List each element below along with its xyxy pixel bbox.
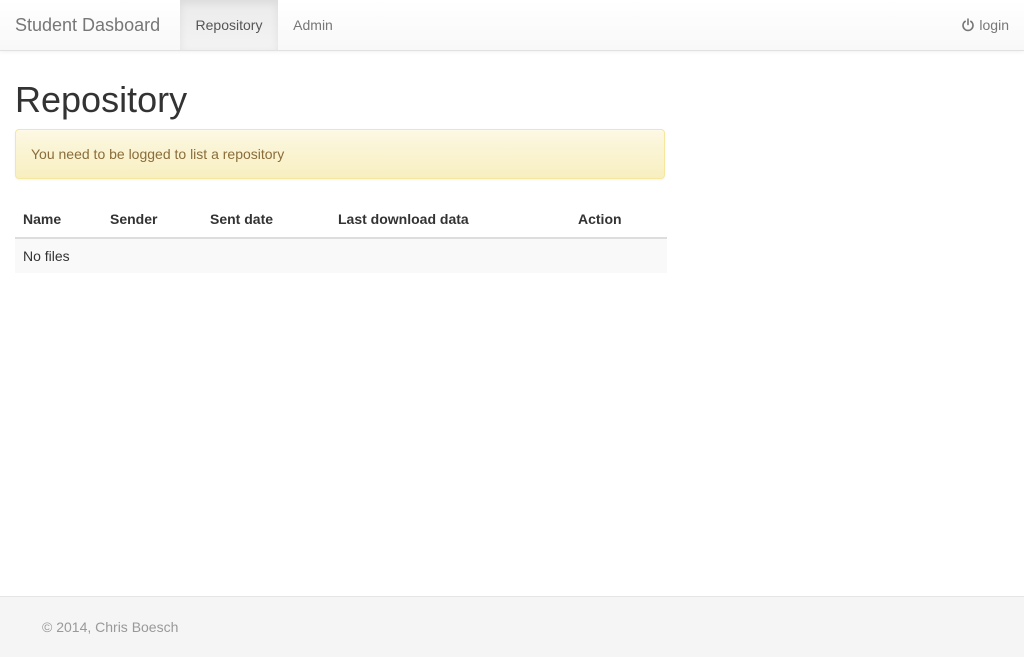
- copyright-text: © 2014, Chris Boesch: [42, 619, 179, 635]
- warning-alert: You need to be logged to list a reposito…: [15, 129, 665, 179]
- page-title: Repository: [15, 79, 188, 120]
- nav-item-repository[interactable]: Repository: [180, 0, 278, 50]
- top-navbar: Student Dasboard Repository Admin login: [0, 0, 1024, 51]
- column-header-last-download-data: Last download data: [330, 201, 570, 239]
- column-header-sent-date: Sent date: [202, 201, 330, 239]
- table-header-row: Name Sender Sent date Last download data…: [15, 201, 667, 239]
- login-link[interactable]: login: [961, 0, 1009, 50]
- power-icon: [961, 18, 975, 32]
- brand-link[interactable]: Student Dasboard: [15, 0, 160, 50]
- table-row: No files: [15, 238, 667, 273]
- column-header-name: Name: [15, 201, 102, 239]
- column-header-sender: Sender: [102, 201, 202, 239]
- nav-item-admin[interactable]: Admin: [278, 0, 348, 50]
- empty-table-message: No files: [15, 238, 667, 273]
- column-header-action: Action: [570, 201, 667, 239]
- repository-table: Name Sender Sent date Last download data…: [15, 201, 667, 273]
- login-label: login: [979, 17, 1009, 33]
- page-footer: © 2014, Chris Boesch: [0, 596, 1024, 657]
